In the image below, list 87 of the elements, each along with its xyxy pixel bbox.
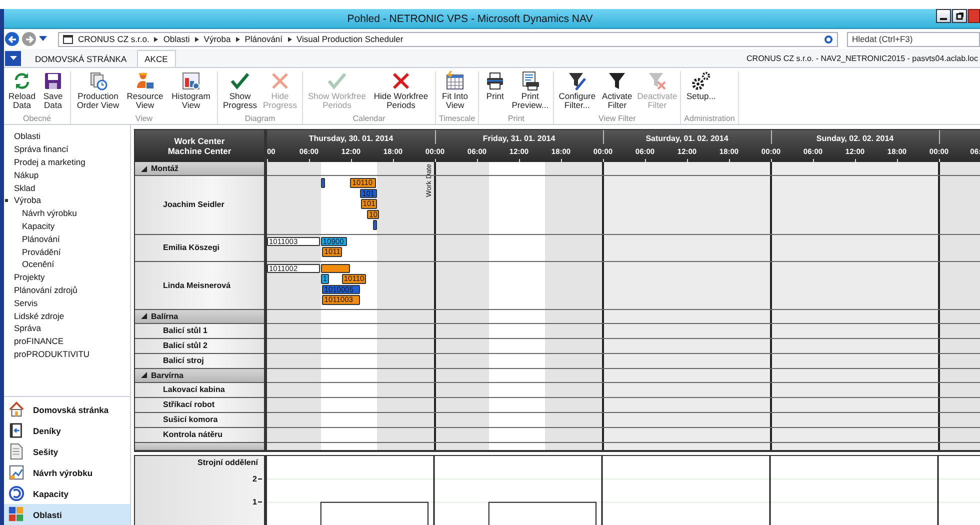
day-label: Thursday, 30. 01. 2014: [308, 134, 394, 143]
header-label: Machine Center: [168, 146, 232, 156]
nav-button-label: Domovská stránka: [33, 404, 109, 414]
group-row[interactable]: Barvírna: [135, 368, 264, 382]
tab[interactable]: AKCE: [136, 50, 176, 67]
ribbon-button[interactable]: Resource View: [124, 71, 166, 114]
nav-button-label: Deníky: [33, 426, 61, 436]
header-label: Work Center: [174, 136, 225, 146]
ribbon-button[interactable]: Save Data: [39, 71, 67, 114]
nav-item[interactable]: Správa financí: [4, 142, 130, 156]
group-label: Balírna: [151, 312, 178, 320]
group-label: View: [134, 114, 154, 124]
row-header: Linda Meisnerová: [135, 262, 264, 310]
nav-item[interactable]: Oblasti: [4, 130, 130, 143]
axis-label: 2: [252, 474, 262, 484]
breadcrumb-item[interactable]: Oblasti: [163, 34, 190, 44]
axis-label: 1: [252, 497, 262, 506]
nav-item[interactable]: Prodej a marketing: [4, 156, 130, 168]
group-label: Calendar: [352, 114, 386, 124]
breadcrumb-item[interactable]: Plánování: [244, 34, 283, 44]
group-row[interactable]: Balírna: [135, 310, 264, 324]
ribbon-button[interactable]: Configure Filter...: [557, 71, 598, 114]
nav-item[interactable]: Kapacity: [4, 220, 130, 232]
group-label: View Filter: [598, 114, 637, 124]
nav-item[interactable]: Projekty: [4, 270, 130, 284]
row-header: Emilia Köszegi: [135, 234, 264, 262]
day-label: Friday, 31. 01. 2014: [482, 134, 556, 143]
ribbon-button[interactable]: Hide Workfree Periods: [370, 71, 432, 114]
group-label: Timescale: [439, 114, 476, 124]
ribbon-button[interactable]: Print Preview...: [510, 71, 550, 114]
row-header: Lakovací kabina: [135, 382, 264, 398]
nav-button[interactable]: Oblasti: [4, 504, 130, 525]
nav-button-label: Kapacity: [33, 488, 68, 498]
nav-button[interactable]: Sešity: [4, 441, 130, 462]
ribbon-button[interactable]: Production Order View: [74, 71, 122, 114]
ribbon-button[interactable]: Print: [482, 71, 508, 114]
nav-item[interactable]: Sklad: [4, 181, 130, 194]
day-label: Sunday, 02. 02. 2014: [816, 134, 894, 143]
nav-item[interactable]: Ocenění: [4, 258, 130, 271]
group-label: Montáž: [151, 164, 179, 173]
nav-button[interactable]: Kapacity: [4, 483, 130, 504]
nav-item[interactable]: Plánování: [4, 232, 130, 246]
nav-button-label: Sešity: [33, 446, 58, 456]
nav-button[interactable]: Návrh výrobku: [4, 462, 130, 483]
group-label: Obecné: [22, 114, 52, 124]
row-header: Balicí stůl 1: [135, 324, 264, 338]
nav-button[interactable]: Domovská stránka: [4, 399, 130, 420]
group-row[interactable]: Montáž: [135, 162, 264, 176]
nav-item[interactable]: Provádění: [4, 245, 130, 258]
histogram-title: Strojní oddělení: [198, 458, 258, 466]
row-header: Kontrola nátěru: [135, 428, 264, 442]
group-label: Diagram: [244, 114, 276, 124]
ribbon-button[interactable]: Reload Data: [7, 71, 37, 114]
nav-item[interactable]: proFINANCE: [4, 334, 130, 348]
nav-item[interactable]: Správa: [4, 322, 130, 335]
ribbon-button[interactable]: Fit Into View: [439, 71, 471, 114]
row-header: Stříkací robot: [135, 398, 264, 412]
row-header: Balicí stroj: [135, 354, 264, 368]
search-field[interactable]: Hledat (Ctrl+F3): [847, 32, 980, 46]
nav-button-label: Návrh výrobku: [33, 468, 93, 478]
address-field[interactable]: CRONUS CZ s.r.o. Oblasti Výroba Plánování Visual Production Scheduler: [58, 32, 838, 46]
nav-item[interactable]: Plánování zdrojů: [4, 284, 130, 296]
nav-button[interactable]: Deníky: [4, 420, 130, 441]
ribbon-button[interactable]: Activate Filter: [599, 71, 636, 114]
ribbon-button[interactable]: Show Progress: [221, 71, 259, 114]
row-header: Joachim Seidler: [135, 176, 264, 234]
group-label: Print: [506, 114, 526, 124]
breadcrumb-item[interactable]: CRONUS CZ s.r.o.: [78, 34, 150, 44]
ribbon-button[interactable]: Histogram View: [168, 71, 214, 114]
ribbon-button[interactable]: Setup...: [684, 71, 718, 114]
row-header: Sušicí komora: [135, 412, 264, 428]
tab[interactable]: DOMOVSKÁ STRÁNKA: [27, 50, 135, 67]
nav-item[interactable]: Výroba: [4, 194, 130, 207]
group-label: Administration: [684, 114, 735, 124]
nav-item[interactable]: Servis: [4, 296, 130, 310]
nav-item[interactable]: Lidské zdroje: [4, 309, 130, 322]
window-title: Pohled - NETRONIC VPS - Microsoft Dynamics NAV: [346, 12, 594, 24]
nav-item[interactable]: Nákup: [4, 168, 130, 182]
breadcrumb-item[interactable]: Výroba: [204, 34, 231, 44]
nav-item[interactable]: Návrh výrobku: [4, 206, 130, 220]
row-header: Balicí stůl 2: [135, 338, 264, 354]
day-label: Saturday, 01. 02. 2014: [646, 134, 728, 143]
breadcrumb-item[interactable]: Visual Production Scheduler: [296, 34, 404, 44]
nav-button-label: Oblasti: [33, 510, 62, 520]
group-label: Barvírna: [151, 370, 184, 380]
connection-info: CRONUS CZ s.r.o. - NAV2_NETRONIC2015 - pasvts04.aclab.loc: [746, 54, 979, 62]
nav-item[interactable]: proPRODUKTIVITU: [4, 348, 130, 360]
